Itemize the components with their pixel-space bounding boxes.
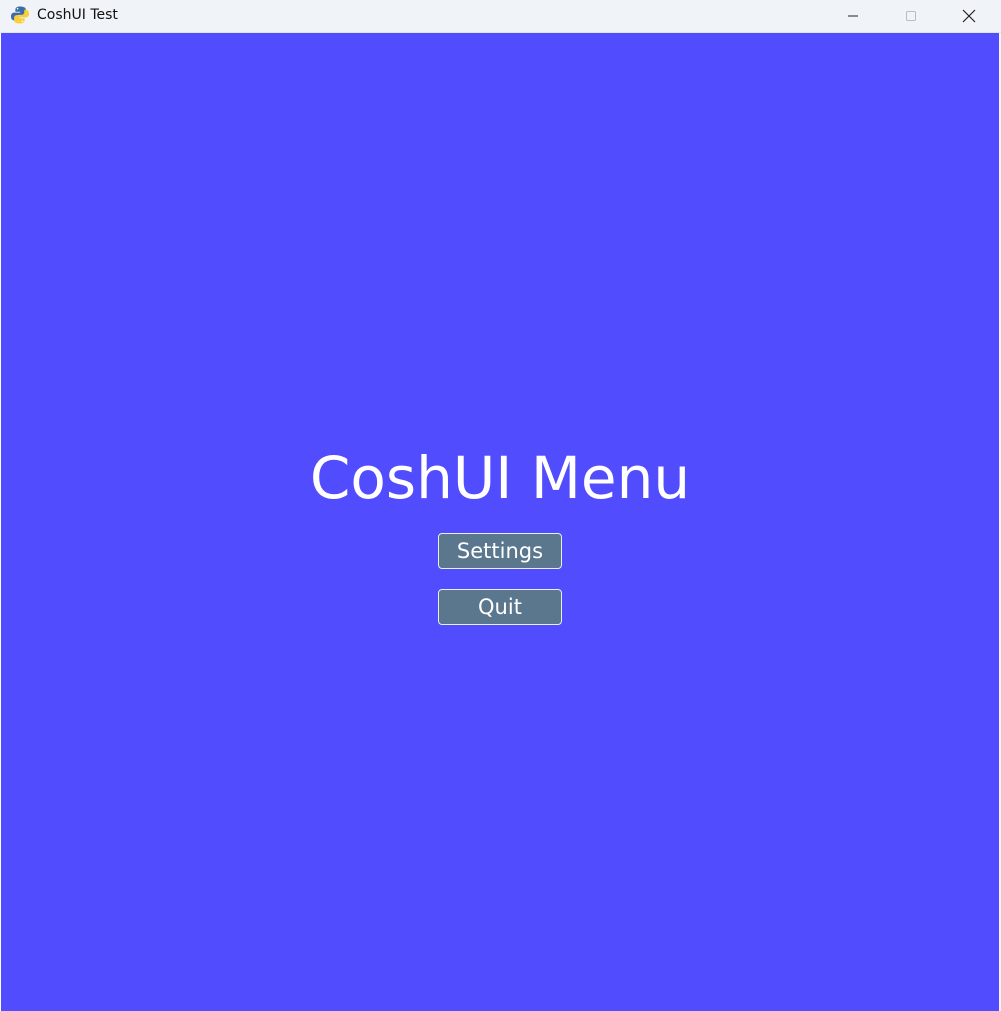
maximize-button[interactable] (882, 0, 940, 32)
title-bar[interactable]: CoshUI Test (0, 0, 1001, 33)
minimize-icon (848, 15, 858, 17)
menu-title: CoshUI Menu (309, 444, 691, 512)
app-window: CoshUI Test CoshUI Menu Settings Quit (0, 0, 1001, 1011)
close-button[interactable] (940, 0, 998, 32)
settings-button[interactable]: Settings (438, 533, 562, 569)
minimize-button[interactable] (824, 0, 882, 32)
python-logo-icon (11, 6, 29, 24)
close-icon (962, 9, 976, 23)
menu-canvas: CoshUI Menu Settings Quit (1, 33, 999, 1011)
maximize-icon (906, 11, 916, 21)
window-title: CoshUI Test (37, 7, 118, 23)
quit-button[interactable]: Quit (438, 589, 562, 625)
